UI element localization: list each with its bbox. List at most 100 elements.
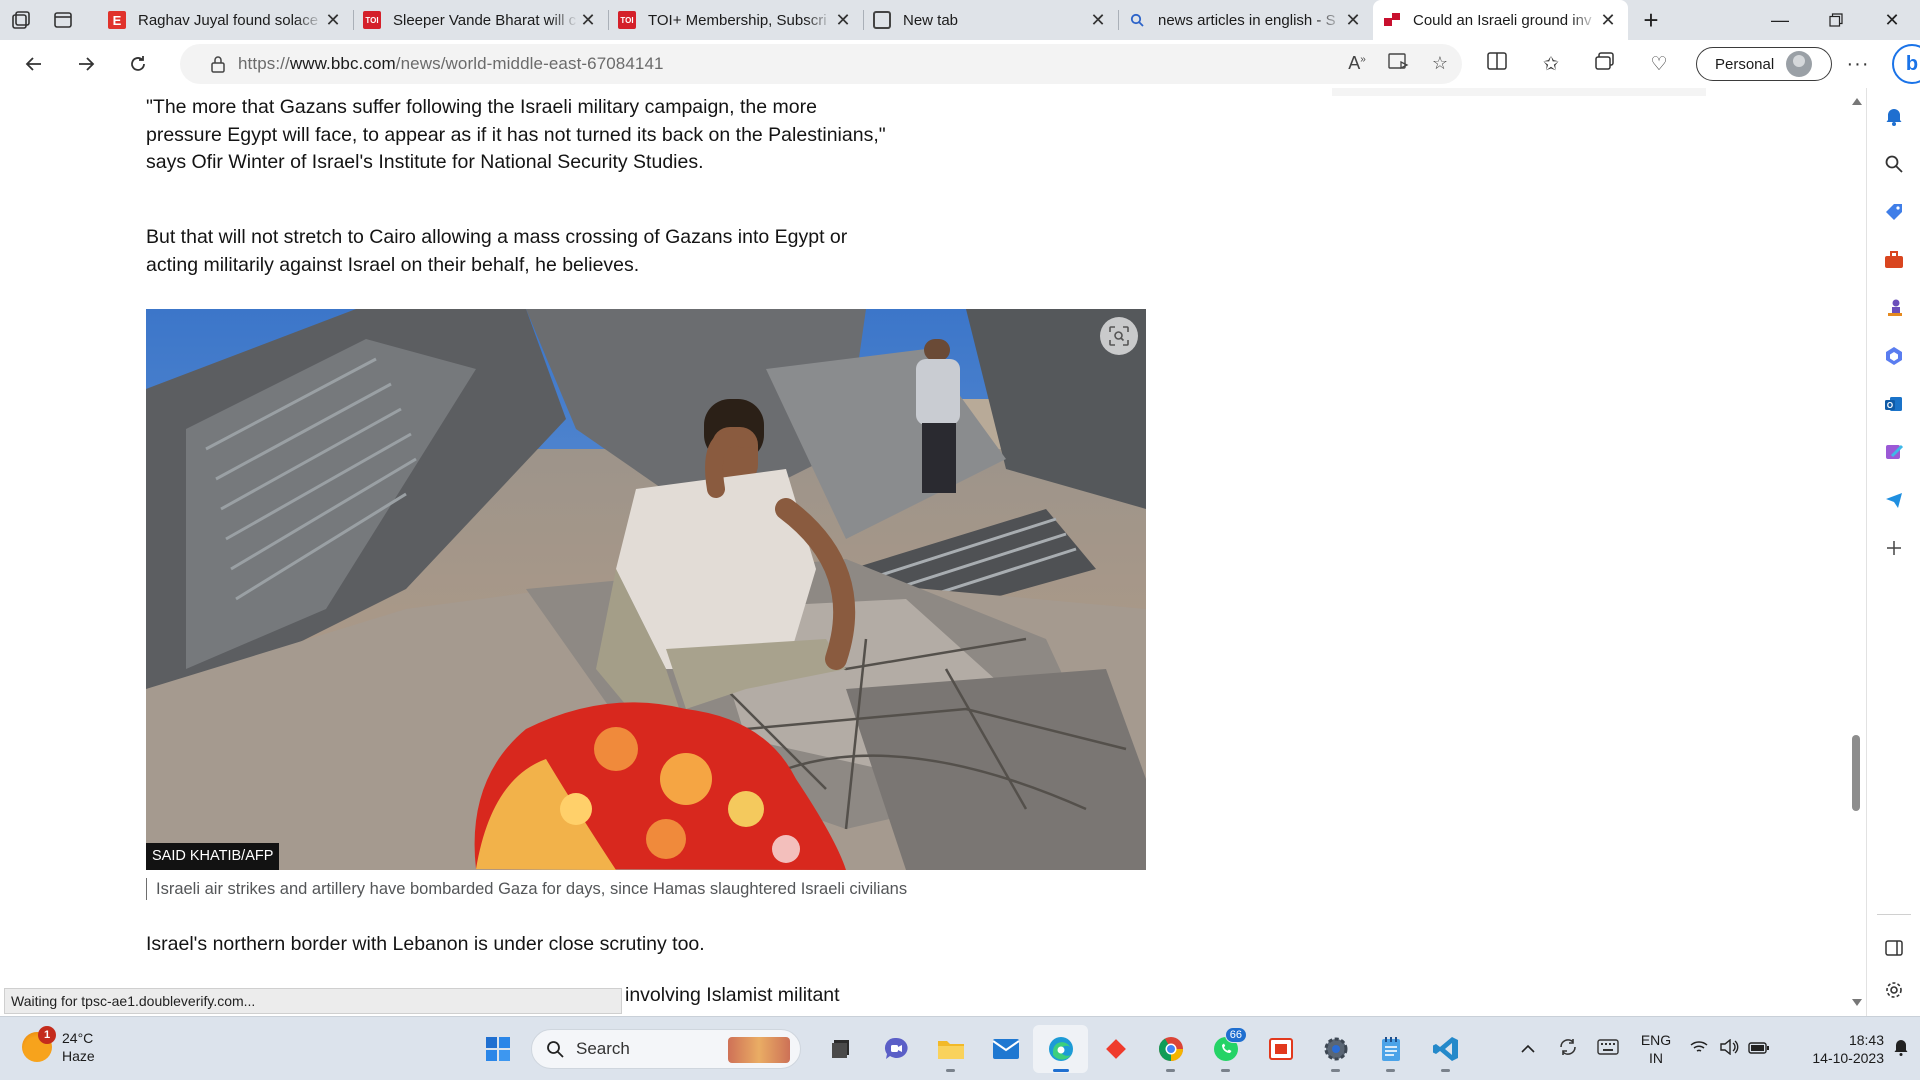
scrollbar-thumb[interactable]: [1852, 735, 1860, 811]
whatsapp-unread-badge: 66: [1224, 1027, 1247, 1043]
tab-raghav-juyal[interactable]: E Raghav Juyal found solace ✕: [98, 0, 353, 40]
clock-time: 18:43: [1848, 1032, 1884, 1048]
date-time[interactable]: 18:43 14-10-2023: [1774, 1031, 1884, 1067]
close-icon[interactable]: ✕: [1343, 10, 1363, 31]
notification-center-icon[interactable]: [1884, 1038, 1918, 1060]
new-tab-button[interactable]: +: [1628, 0, 1674, 40]
edge-sidebar: O: [1866, 88, 1920, 1016]
lock-icon[interactable]: [198, 55, 238, 73]
keyboard-icon[interactable]: [1588, 1039, 1628, 1059]
language-secondary: IN: [1649, 1050, 1663, 1066]
start-windows-icon[interactable]: [470, 1025, 525, 1073]
photo-credit: SAID KHATIB/AFP: [146, 843, 280, 870]
url-text[interactable]: https://www.bbc.com/news/world-middle-ea…: [238, 54, 664, 74]
article-image[interactable]: SAID KHATIB/AFP: [146, 309, 1146, 870]
pdf-reader-icon[interactable]: [1253, 1025, 1308, 1073]
bing-copilot-icon[interactable]: b: [1892, 44, 1920, 84]
notepad-icon[interactable]: [1363, 1025, 1418, 1073]
profile-button[interactable]: Personal: [1696, 47, 1832, 81]
task-view-icon[interactable]: [813, 1025, 868, 1073]
weather-temperature: 24°C: [62, 1030, 94, 1046]
close-icon[interactable]: ✕: [833, 10, 853, 31]
close-icon[interactable]: ✕: [323, 10, 343, 31]
address-bar[interactable]: https://www.bbc.com/news/world-middle-ea…: [180, 44, 1462, 84]
restore-icon[interactable]: [1808, 0, 1864, 40]
taskbar-search-input[interactable]: Search: [531, 1029, 801, 1069]
whatsapp-icon[interactable]: 66: [1198, 1025, 1253, 1073]
minimize-icon[interactable]: —: [1752, 0, 1808, 40]
mail-icon[interactable]: [978, 1025, 1033, 1073]
settings-more-icon[interactable]: ···: [1832, 53, 1884, 76]
article-paragraph-partial: involving Islamist militant: [625, 984, 840, 1006]
collections-icon[interactable]: [1578, 52, 1632, 76]
close-icon[interactable]: ✕: [1088, 10, 1108, 31]
bbc-icon: [1383, 11, 1401, 29]
article-paragraph: Israel's northern border with Lebanon is…: [146, 933, 705, 955]
tab-title: TOI+ Membership, Subscri: [648, 11, 827, 29]
designer-icon[interactable]: [1867, 434, 1920, 470]
weather-widget[interactable]: 1 24°C Haze: [22, 1026, 95, 1065]
games-chess-icon[interactable]: [1867, 290, 1920, 326]
hide-sidebar-icon[interactable]: [1867, 930, 1920, 966]
chevron-up-icon[interactable]: [1508, 1041, 1548, 1058]
teams-chat-icon[interactable]: [868, 1025, 923, 1073]
tab-toi-membership[interactable]: TOI TOI+ Membership, Subscri ✕: [608, 0, 863, 40]
microsoft-365-icon[interactable]: [1867, 338, 1920, 374]
close-icon[interactable]: ✕: [578, 10, 598, 31]
sidebar-divider: [1877, 914, 1911, 915]
navigation-bar: https://www.bbc.com/news/world-middle-ea…: [0, 40, 1920, 88]
sync-icon[interactable]: [1548, 1038, 1588, 1060]
volume-icon[interactable]: [1714, 1038, 1744, 1059]
read-aloud-icon[interactable]: A»: [1348, 53, 1366, 76]
tab-new-tab[interactable]: New tab ✕: [863, 0, 1118, 40]
tab-title: Could an Israeli ground inv: [1413, 11, 1592, 29]
scroll-down-icon[interactable]: [1852, 999, 1862, 1006]
add-app-icon[interactable]: [1867, 530, 1920, 566]
wifi-icon[interactable]: [1684, 1040, 1714, 1058]
tab-bbc-article[interactable]: Could an Israeli ground inv ✕: [1373, 0, 1628, 40]
favorites-icon[interactable]: ✩: [1524, 53, 1578, 76]
url-host: www.bbc.com: [289, 54, 396, 73]
expand-image-icon[interactable]: [1100, 317, 1138, 355]
forward-button[interactable]: [60, 44, 112, 84]
svg-text:O: O: [1887, 401, 1893, 410]
refresh-button[interactable]: [112, 44, 164, 84]
search-highlight-image: [728, 1037, 790, 1063]
workspaces-icon[interactable]: [0, 0, 42, 40]
tools-briefcase-icon[interactable]: [1867, 242, 1920, 278]
clock-date: 14-10-2023: [1812, 1050, 1884, 1066]
notifications-bell-icon[interactable]: [1867, 98, 1920, 134]
browser-essentials-icon[interactable]: ♡: [1632, 53, 1686, 76]
immersive-reader-icon[interactable]: [1388, 52, 1410, 76]
anydesk-icon[interactable]: [1088, 1025, 1143, 1073]
tab-news-search[interactable]: news articles in english - S ✕: [1118, 0, 1373, 40]
back-button[interactable]: [8, 44, 60, 84]
shopping-tag-icon[interactable]: [1867, 194, 1920, 230]
page-viewport: "The more that Gazans suffer following t…: [0, 88, 1866, 1016]
search-icon: [1128, 11, 1146, 29]
scroll-up-icon[interactable]: [1852, 98, 1862, 105]
outlook-icon[interactable]: O: [1867, 386, 1920, 422]
battery-icon[interactable]: [1744, 1041, 1774, 1058]
sidebar-settings-gear-icon[interactable]: [1867, 972, 1920, 1008]
vertical-tabs-icon[interactable]: [42, 0, 84, 40]
telegram-send-icon[interactable]: [1867, 482, 1920, 518]
weather-badge: 1: [38, 1026, 56, 1044]
split-screen-icon[interactable]: [1470, 52, 1524, 76]
file-explorer-icon[interactable]: [923, 1025, 978, 1073]
chrome-icon[interactable]: [1143, 1025, 1198, 1073]
page-scrollbar[interactable]: [1848, 88, 1866, 1016]
vscode-icon[interactable]: [1418, 1025, 1473, 1073]
tab-title: New tab: [903, 11, 959, 29]
edge-browser-icon[interactable]: [1033, 1025, 1088, 1073]
close-window-icon[interactable]: ✕: [1864, 0, 1920, 40]
close-icon[interactable]: ✕: [1598, 10, 1618, 31]
system-tray: ENG IN 18:43 14-10-2023: [1508, 1027, 1918, 1071]
favorite-star-icon[interactable]: ☆: [1432, 53, 1448, 76]
avatar: [1786, 51, 1813, 77]
search-icon[interactable]: [1867, 146, 1920, 182]
windows-taskbar: 1 24°C Haze Search 66 ENG IN 18:43 14-10…: [0, 1016, 1920, 1080]
language-indicator[interactable]: ENG IN: [1628, 1031, 1684, 1067]
tab-sleeper-vande-bharat[interactable]: TOI Sleeper Vande Bharat will c ✕: [353, 0, 608, 40]
settings-gear-icon[interactable]: [1308, 1025, 1363, 1073]
